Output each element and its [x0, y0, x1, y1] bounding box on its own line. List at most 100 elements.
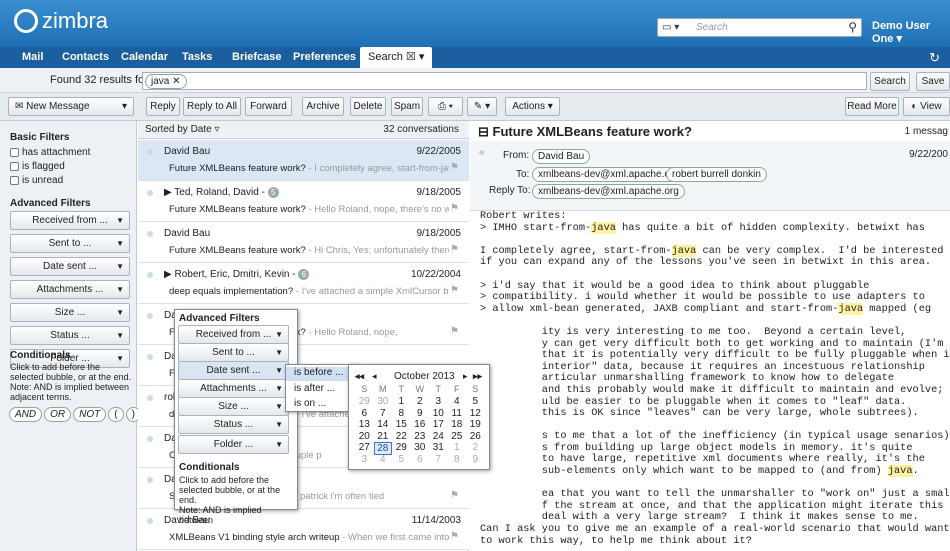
table-row[interactable]: ▶ Ted, Roland, David - 5 9/18/2005 Future … — [138, 181, 469, 222]
not-operator[interactable]: NOT — [73, 407, 107, 422]
query-field[interactable]: java ✕ — [142, 72, 867, 90]
prev-month-icon[interactable]: ◂ — [372, 371, 377, 382]
read-more-button[interactable]: Read More — [845, 97, 899, 116]
size-dropdown[interactable]: Size ... ▼ — [10, 303, 130, 322]
zimbra-logo[interactable]: zimbra — [14, 8, 108, 34]
read-status-dot[interactable] — [147, 436, 153, 442]
calendar-day[interactable]: 3 — [429, 396, 448, 407]
calendar-day[interactable]: 5 — [392, 454, 411, 465]
tag-button[interactable]: ✎ ▾ — [467, 97, 497, 116]
calendar-day[interactable]: 6 — [411, 454, 430, 465]
calendar-day[interactable]: 3 — [355, 454, 374, 465]
global-search-box[interactable]: ▭ ▾ Search ⚲ — [657, 18, 862, 37]
calendar-day[interactable]: 16 — [411, 419, 430, 430]
and-operator[interactable]: AND — [9, 407, 43, 422]
calendar-day[interactable]: 29 — [355, 396, 374, 407]
date-sent-dropdown[interactable]: Date sent ... ▼ — [10, 257, 130, 276]
flag-icon[interactable]: ⚑ — [450, 490, 459, 501]
read-status-dot[interactable] — [147, 313, 153, 319]
popup-size-dropdown[interactable]: Size ... ▼ — [178, 397, 289, 416]
has-attachment-checkbox[interactable]: has attachment — [10, 147, 90, 158]
remove-icon[interactable]: ✕ — [172, 76, 180, 87]
calendar-day[interactable]: 25 — [448, 431, 467, 442]
calendar-day[interactable]: 9 — [411, 408, 430, 419]
view-button[interactable]: ◐ View — [903, 97, 950, 116]
open-paren-operator[interactable]: ( — [108, 407, 124, 422]
is-flagged-checkbox[interactable]: is flagged — [10, 161, 65, 172]
flag-icon[interactable]: ⚑ — [450, 203, 459, 214]
flag-icon[interactable]: ⚑ — [450, 326, 459, 337]
calendar-day[interactable]: 12 — [466, 408, 485, 419]
popup-attachments-dropdown[interactable]: Attachments ... ▼ — [178, 379, 289, 398]
calendar-day[interactable]: 19 — [466, 419, 485, 430]
table-row[interactable]: ▶ Robert, Eric, Dmitri, Kevin - 6 10/22/2… — [138, 263, 469, 304]
table-row[interactable]: David Bau 9/18/2005 Future XMLBeans featur… — [138, 222, 469, 263]
to-bubble-1[interactable]: xmlbeans-dev@xml.apache.org — [532, 167, 685, 182]
tab-contacts[interactable]: Contacts — [62, 47, 109, 68]
read-status-dot[interactable] — [147, 272, 153, 278]
tab-search[interactable]: Search ☒ ▾ — [360, 47, 433, 68]
calendar-day[interactable]: 8 — [392, 408, 411, 419]
calendar-day[interactable]: 23 — [411, 431, 430, 442]
tab-preferences[interactable]: Preferences — [293, 47, 356, 68]
actions-button[interactable]: Actions ▾ — [505, 97, 560, 116]
spam-button[interactable]: Spam — [391, 97, 423, 116]
query-bubble[interactable]: java ✕ — [145, 74, 187, 89]
tab-briefcase[interactable]: Briefcase — [232, 47, 282, 68]
attachments-dropdown[interactable]: Attachments ... ▼ — [10, 280, 130, 299]
calendar-day[interactable]: 9 — [466, 454, 485, 465]
search-button[interactable]: Search — [870, 72, 910, 91]
calendar-day[interactable]: 11 — [448, 408, 467, 419]
or-operator[interactable]: OR — [44, 407, 72, 422]
calendar-day[interactable]: 14 — [374, 419, 393, 430]
to-bubble-2[interactable]: robert burrell donkin — [666, 167, 767, 182]
calendar-day[interactable]: 1 — [392, 396, 411, 407]
calendar-day[interactable]: 4 — [448, 396, 467, 407]
popup-received-from-dropdown[interactable]: Received from ... ▼ — [178, 325, 289, 344]
search-icon[interactable]: ⚲ — [848, 20, 857, 34]
calendar-day[interactable]: 7 — [429, 454, 448, 465]
sort-control[interactable]: Sorted by Date ▿ — [145, 124, 220, 135]
calendar-day[interactable]: 26 — [466, 431, 485, 442]
calendar-day[interactable]: 15 — [392, 419, 411, 430]
table-row[interactable]: David Bau 9/22/2005 Future XMLBeans featur… — [138, 140, 469, 181]
calendar-day[interactable]: 24 — [429, 431, 448, 442]
delete-button[interactable]: Delete — [350, 97, 386, 116]
next-year-icon[interactable]: ▸▸ — [473, 371, 482, 382]
read-status-dot[interactable] — [147, 395, 153, 401]
calendar-day[interactable]: 30 — [374, 396, 393, 407]
read-status-dot[interactable] — [147, 149, 153, 155]
calendar-day[interactable]: 22 — [392, 431, 411, 442]
flag-icon[interactable]: ⚑ — [450, 244, 459, 255]
calendar-day[interactable]: 2 — [411, 396, 430, 407]
next-month-icon[interactable]: ▸ — [463, 371, 468, 382]
calendar-day[interactable]: 8 — [448, 454, 467, 465]
reply-all-button[interactable]: Reply to All — [183, 97, 241, 116]
flag-icon[interactable]: ⚑ — [450, 531, 459, 542]
close-tab-icon[interactable]: ☒ ▾ — [406, 51, 424, 63]
popup-folder-dropdown[interactable]: Folder ... ▼ — [178, 435, 289, 454]
prev-year-icon[interactable]: ◂◂ — [355, 371, 364, 382]
archive-button[interactable]: Archive — [302, 97, 344, 116]
collapse-icon[interactable]: ⊟ — [478, 124, 489, 139]
read-status-dot[interactable] — [147, 190, 153, 196]
tab-calendar[interactable]: Calendar — [121, 47, 168, 68]
calendar-day[interactable]: 20 — [355, 431, 374, 442]
is-unread-checkbox[interactable]: is unread — [10, 175, 63, 186]
calendar-day[interactable]: 10 — [429, 408, 448, 419]
status-dropdown[interactable]: Status ... ▼ — [10, 326, 130, 345]
read-status-dot[interactable] — [147, 231, 153, 237]
replyto-bubble[interactable]: xmlbeans-dev@xml.apache.org — [532, 184, 685, 199]
popup-date-sent-dropdown[interactable]: Date sent ... ▼ — [178, 361, 289, 380]
calendar-day[interactable]: 17 — [429, 419, 448, 430]
print-button[interactable]: ⎙ ▾ — [428, 97, 463, 116]
calendar-day[interactable]: 7 — [374, 408, 393, 419]
flag-icon[interactable]: ⚑ — [450, 162, 459, 173]
calendar-day[interactable]: 4 — [374, 454, 393, 465]
read-status-dot[interactable] — [147, 477, 153, 483]
read-status-dot[interactable] — [147, 354, 153, 360]
read-status-dot[interactable] — [147, 518, 153, 524]
tab-tasks[interactable]: Tasks — [182, 47, 212, 68]
from-bubble[interactable]: David Bau — [532, 149, 591, 164]
calendar-day[interactable]: 21 — [374, 431, 393, 442]
